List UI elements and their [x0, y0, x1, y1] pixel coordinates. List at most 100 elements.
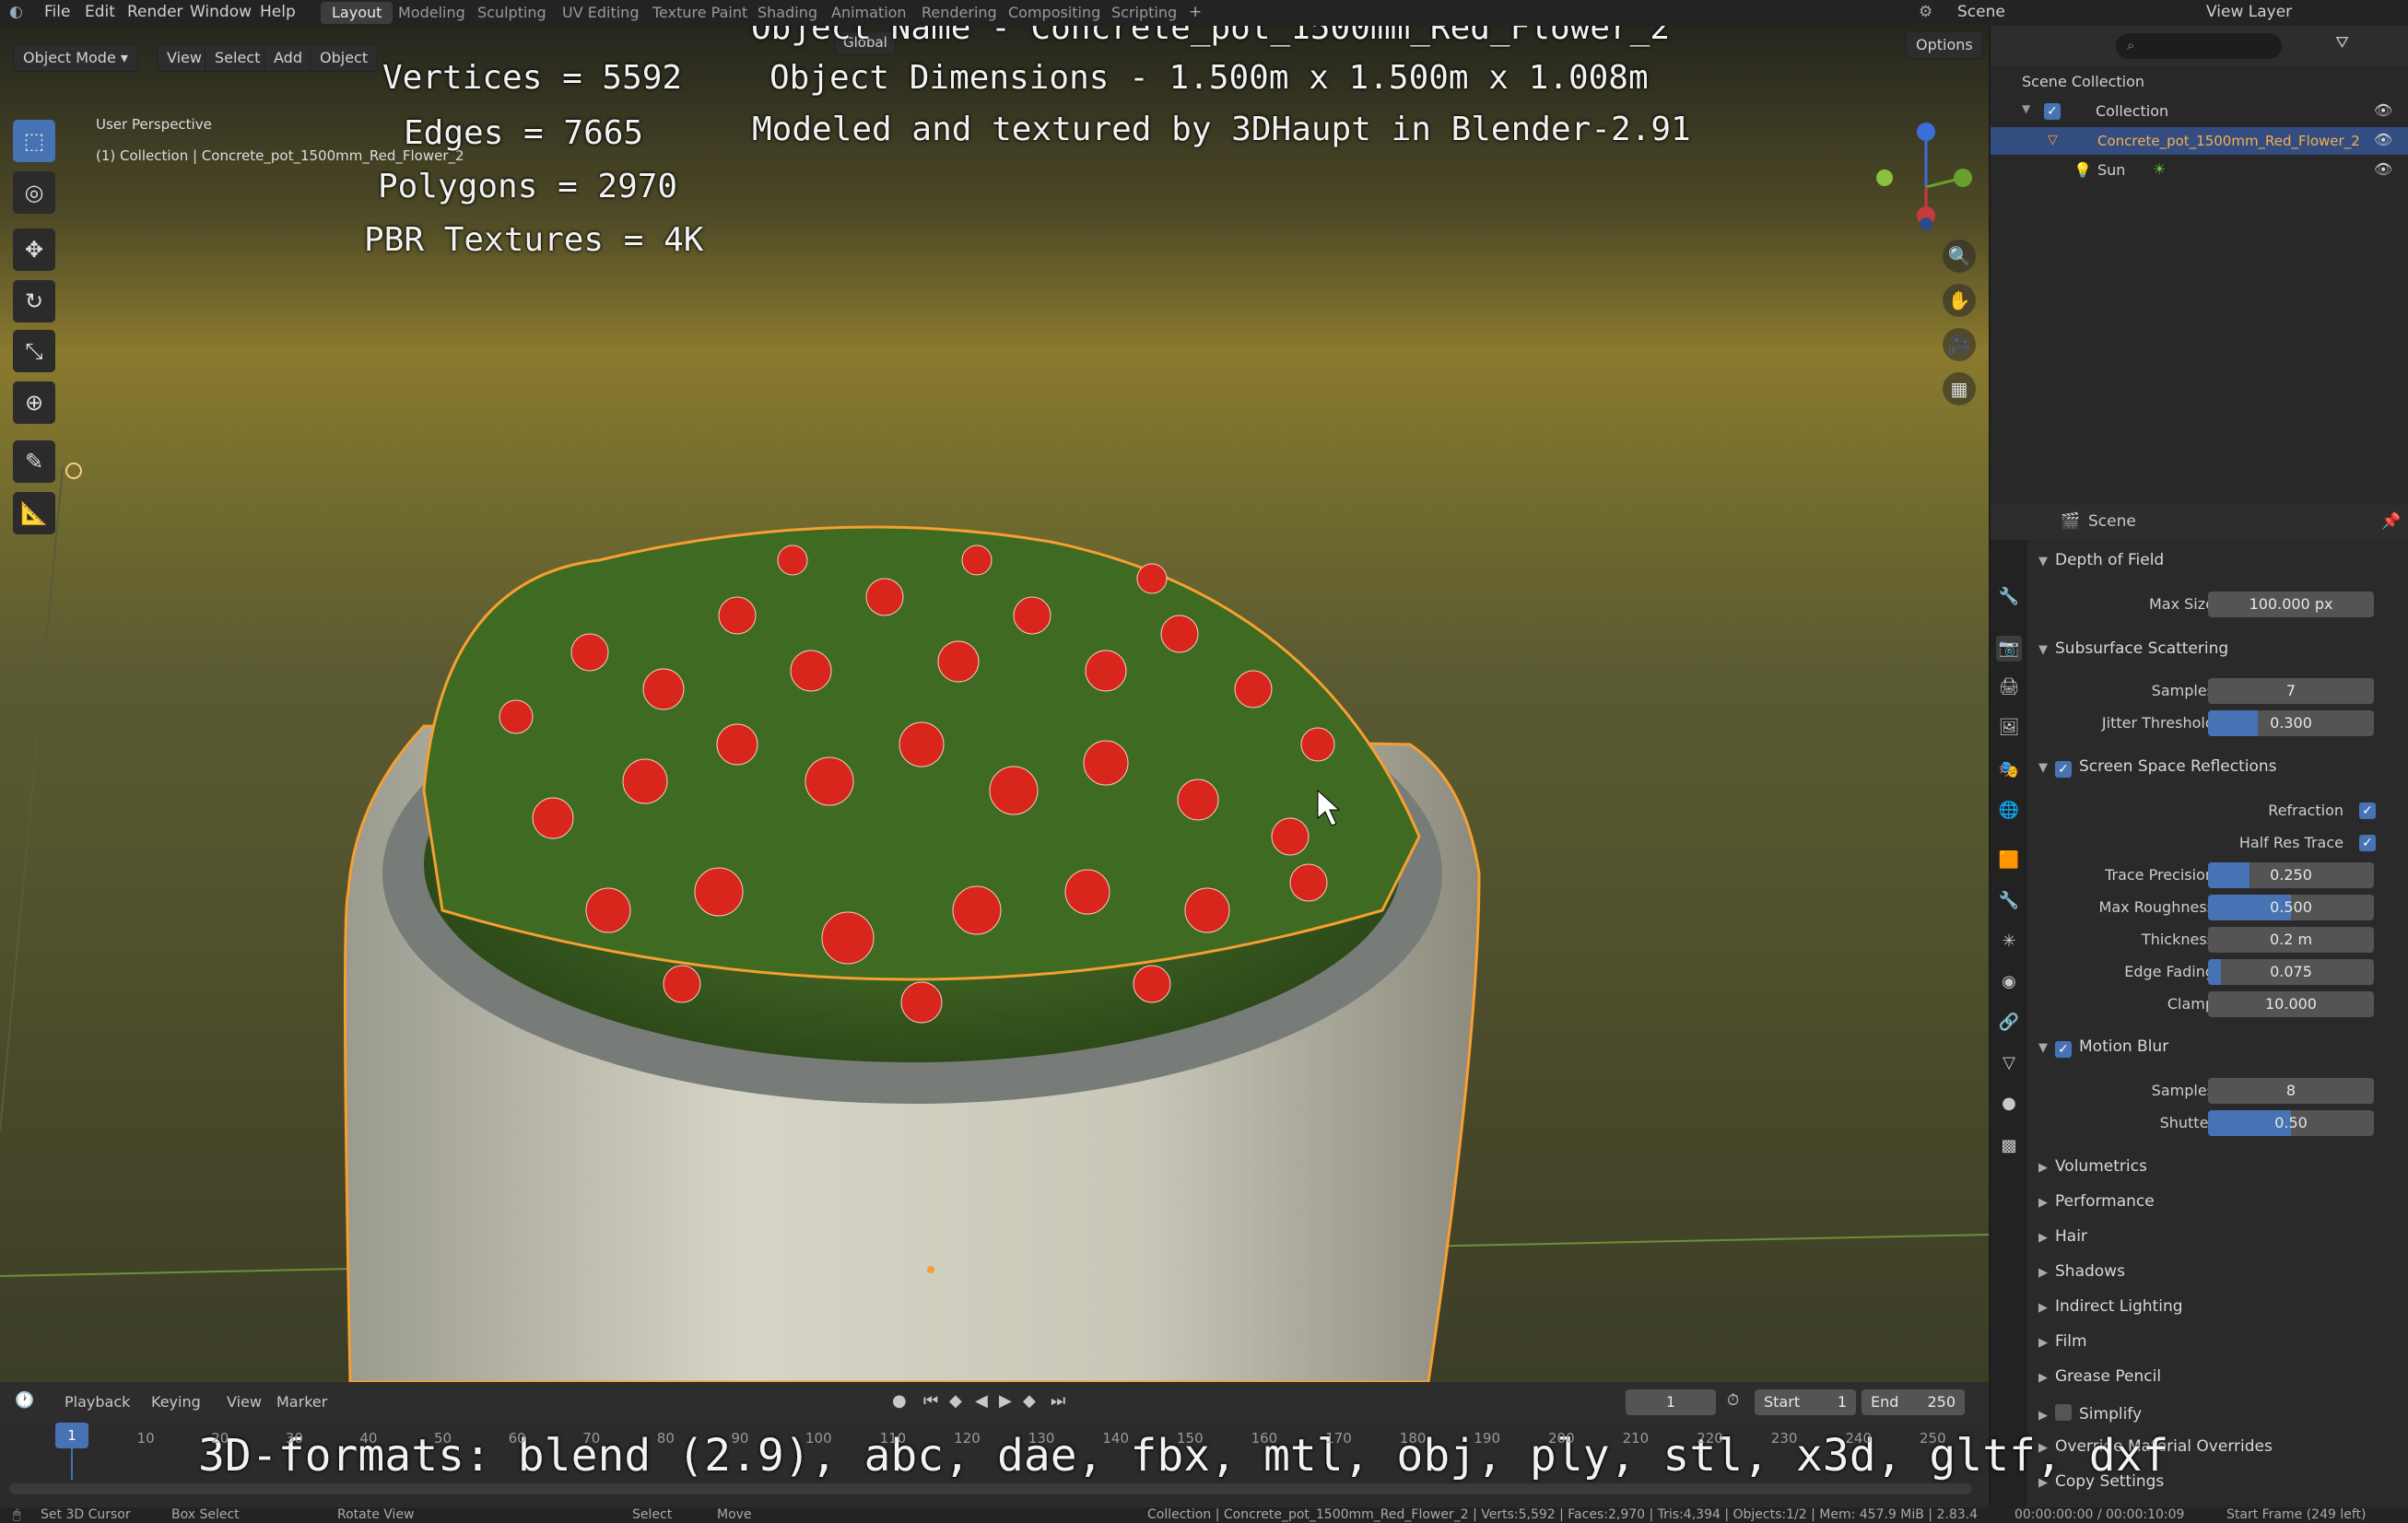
refraction-checkbox[interactable]: ✓: [2359, 803, 2376, 819]
half-res-trace-checkbox[interactable]: ✓: [2359, 835, 2376, 851]
constraints-tab-icon[interactable]: 🔗: [1996, 1010, 2022, 1036]
simplify-checkbox[interactable]: [2055, 1404, 2072, 1421]
visibility-eye-icon[interactable]: 👁: [2374, 131, 2392, 148]
current-frame-field[interactable]: 1: [1626, 1389, 1716, 1415]
ssr-checkbox[interactable]: ✓: [2055, 761, 2072, 778]
tab-modeling[interactable]: Modeling: [387, 2, 476, 24]
tool-tab-icon[interactable]: 🔧: [1996, 584, 2022, 610]
section-grease-pencil[interactable]: ▶ Grease Pencil: [2038, 1367, 2161, 1386]
play-reverse-icon[interactable]: ◀: [975, 1391, 988, 1411]
max-size-field[interactable]: 100.000 px: [2208, 592, 2374, 617]
menu-view[interactable]: View: [157, 44, 212, 72]
outliner-row-pot[interactable]: ▽ Concrete_pot_1500mm_Red_Flower_2 👁: [1991, 127, 2408, 155]
menu-playback[interactable]: Playback: [65, 1393, 130, 1411]
view-layer-name[interactable]: View Layer: [2206, 3, 2292, 21]
visibility-eye-icon[interactable]: 👁: [2374, 160, 2392, 178]
collection-checkbox[interactable]: ✓: [2044, 103, 2061, 120]
outliner-row-collection[interactable]: ▼ ✓ Collection 👁: [1991, 98, 2408, 125]
section-screen-space-reflections[interactable]: ▼ ✓ Screen Space Reflections: [2038, 757, 2277, 778]
section-simplify[interactable]: ▶ Simplify: [2038, 1402, 2142, 1423]
max-roughness-slider[interactable]: 0.500: [2208, 895, 2374, 920]
section-depth-of-field[interactable]: ▼ Depth of Field: [2038, 551, 2164, 569]
particles-tab-icon[interactable]: ✳: [1996, 929, 2022, 955]
menu-timeline-view[interactable]: View: [227, 1393, 262, 1411]
section-shadows[interactable]: ▶ Shadows: [2038, 1262, 2125, 1281]
play-icon[interactable]: ▶: [999, 1391, 1012, 1411]
mb-samples-field[interactable]: 8: [2208, 1078, 2374, 1104]
menu-marker[interactable]: Marker: [276, 1393, 327, 1411]
playhead-line[interactable]: [71, 1448, 73, 1480]
navigation-gizmo[interactable]: [1876, 123, 1972, 230]
jump-end-icon[interactable]: ⏭: [1051, 1391, 1065, 1411]
record-icon[interactable]: ●: [892, 1391, 907, 1411]
menu-edit[interactable]: Edit: [85, 3, 115, 21]
object-tab-icon[interactable]: 🟧: [1996, 848, 2022, 873]
annotate-tool[interactable]: ✎: [13, 440, 55, 483]
select-box-tool[interactable]: ⬚: [13, 120, 55, 162]
edge-fading-slider[interactable]: 0.075: [2208, 959, 2374, 985]
jitter-threshold-slider[interactable]: 0.300: [2208, 710, 2374, 736]
scene-icon[interactable]: ⚙: [1919, 3, 1932, 21]
prev-keyframe-icon[interactable]: ◆: [949, 1391, 962, 1411]
visibility-eye-icon[interactable]: 👁: [2374, 101, 2392, 119]
shutter-slider[interactable]: 0.50: [2208, 1110, 2374, 1136]
outliner-search-input[interactable]: ⌕: [2116, 33, 2282, 59]
menu-add[interactable]: Add: [264, 44, 312, 72]
modifier-tab-icon[interactable]: 🔧: [1996, 888, 2022, 914]
tab-shading[interactable]: Shading: [746, 2, 828, 24]
options-dropdown[interactable]: Options: [1906, 31, 1983, 59]
section-indirect-lighting[interactable]: ▶ Indirect Lighting: [2038, 1297, 2183, 1316]
output-tab-icon[interactable]: 🖨: [1996, 674, 2022, 700]
tab-animation[interactable]: Animation: [820, 2, 918, 24]
outliner-row-sun[interactable]: 💡 Sun ☀ 👁: [1991, 157, 2408, 184]
section-motion-blur[interactable]: ▼ ✓ Motion Blur: [2038, 1037, 2168, 1058]
section-performance[interactable]: ▶ Performance: [2038, 1192, 2155, 1211]
menu-select[interactable]: Select: [205, 44, 271, 72]
camera-icon[interactable]: 🎥: [1943, 328, 1976, 361]
render-tab-icon[interactable]: 📷: [1996, 636, 2022, 662]
texture-tab-icon[interactable]: ▩: [1996, 1133, 2022, 1159]
scene-tab-icon[interactable]: 🎭: [1996, 757, 2022, 783]
scale-tool[interactable]: ⤡: [13, 330, 55, 372]
sss-samples-field[interactable]: 7: [2208, 678, 2374, 704]
menu-file[interactable]: File: [44, 3, 70, 21]
menu-help[interactable]: Help: [260, 3, 296, 21]
tab-uv-editing[interactable]: UV Editing: [551, 2, 650, 24]
section-film[interactable]: ▶ Film: [2038, 1332, 2087, 1351]
cursor-tool[interactable]: ◎: [13, 171, 55, 214]
data-tab-icon[interactable]: ▽: [1996, 1050, 2022, 1076]
tab-layout[interactable]: Layout: [321, 2, 394, 24]
3d-viewport[interactable]: Object Mode ▾ View Select Add Object Opt…: [0, 26, 1989, 1382]
trace-precision-slider[interactable]: 0.250: [2208, 862, 2374, 888]
clock-icon[interactable]: 🕐: [15, 1391, 34, 1410]
filter-icon[interactable]: ⛛: [2335, 33, 2349, 53]
clamp-field[interactable]: 10.000: [2208, 991, 2374, 1017]
timeline-scrollbar[interactable]: [9, 1483, 1972, 1494]
menu-render[interactable]: Render: [127, 3, 183, 21]
transform-tool[interactable]: ⊕: [13, 381, 55, 424]
jump-start-icon[interactable]: ⏮: [923, 1391, 938, 1411]
pin-icon[interactable]: 📌: [2381, 512, 2401, 531]
section-hair[interactable]: ▶ Hair: [2038, 1227, 2087, 1246]
next-keyframe-icon[interactable]: ◆: [1023, 1391, 1036, 1411]
tab-rendering[interactable]: Rendering: [910, 2, 1008, 24]
zoom-icon[interactable]: 🔍: [1943, 240, 1976, 273]
playhead-frame-indicator[interactable]: 1: [55, 1423, 88, 1448]
tab-texture-paint[interactable]: Texture Paint: [641, 2, 758, 24]
add-workspace-icon[interactable]: +: [1189, 3, 1202, 21]
scene-name[interactable]: Scene: [1957, 3, 2005, 21]
outliner-row-scene-collection[interactable]: Scene Collection: [1991, 68, 2408, 96]
material-tab-icon[interactable]: ●: [1996, 1091, 2022, 1117]
grid-view-icon[interactable]: ▦: [1943, 372, 1976, 405]
thickness-field[interactable]: 0.2 m: [2208, 927, 2374, 953]
physics-tab-icon[interactable]: ◉: [1996, 969, 2022, 995]
menu-window[interactable]: Window: [190, 3, 252, 21]
start-frame-field[interactable]: Start 1: [1755, 1389, 1856, 1415]
end-frame-field[interactable]: End 250: [1862, 1389, 1965, 1415]
tab-sculpting[interactable]: Sculpting: [466, 2, 558, 24]
measure-tool[interactable]: 📐: [13, 492, 55, 534]
pan-hand-icon[interactable]: ✋: [1943, 284, 1976, 317]
motion-blur-checkbox[interactable]: ✓: [2055, 1041, 2072, 1058]
menu-object[interactable]: Object: [310, 44, 379, 72]
move-tool[interactable]: ✥: [13, 228, 55, 271]
